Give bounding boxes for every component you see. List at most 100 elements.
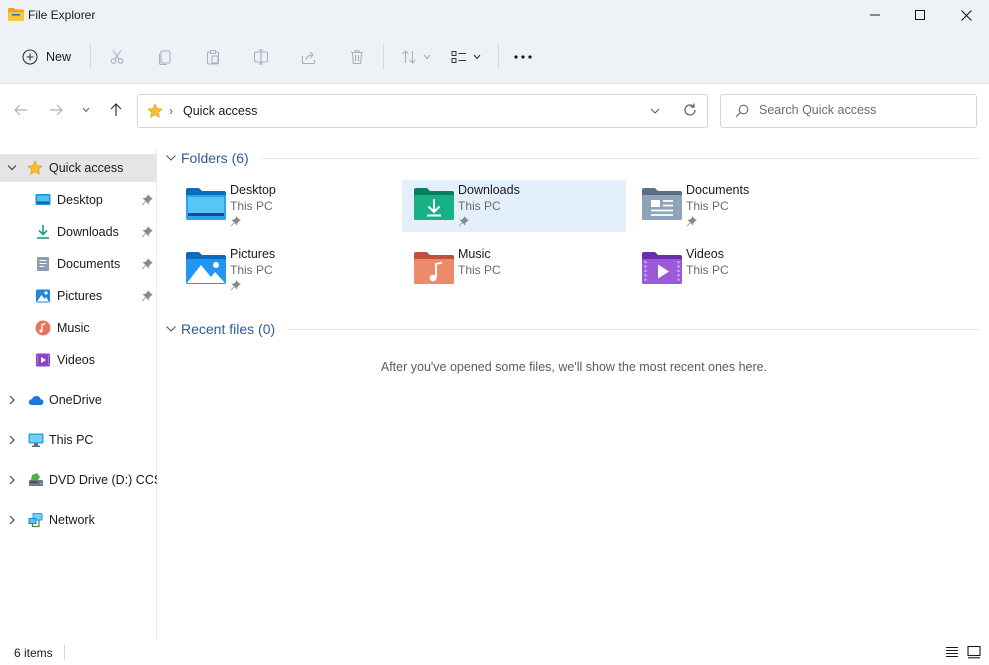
sidebar-item-label: OneDrive bbox=[49, 393, 102, 407]
folder-tile-documents[interactable]: Documents This PC bbox=[630, 180, 854, 232]
dvd-drive-icon bbox=[29, 473, 43, 486]
chevron-down-icon bbox=[166, 326, 176, 332]
arrow-left-icon bbox=[14, 104, 27, 116]
breadcrumb-location[interactable]: Quick access bbox=[183, 104, 257, 118]
view-list-icon bbox=[451, 51, 466, 63]
tiles-view-icon[interactable] bbox=[967, 645, 981, 659]
folder-location: This PC bbox=[458, 199, 501, 213]
music-folder-icon bbox=[414, 252, 454, 284]
sidebar-item-desktop[interactable]: Desktop bbox=[0, 186, 157, 214]
paste-button[interactable] bbox=[200, 44, 226, 70]
computer-icon bbox=[28, 433, 44, 447]
maximize-button[interactable] bbox=[897, 0, 943, 30]
details-view-icon[interactable] bbox=[945, 645, 959, 659]
sidebar-item-onedrive[interactable]: OneDrive bbox=[0, 386, 157, 414]
recent-files-empty-message: After you've opened some files, we'll sh… bbox=[380, 360, 768, 374]
copy-icon bbox=[158, 50, 171, 65]
sidebar-item-documents[interactable]: Documents bbox=[0, 250, 157, 278]
navigation-pane: Quick access Desktop Downloads Documents… bbox=[0, 148, 157, 640]
pin-icon bbox=[141, 290, 153, 302]
chevron-right-icon[interactable] bbox=[6, 515, 18, 525]
sidebar-item-network[interactable]: Network bbox=[0, 506, 157, 534]
chevron-right-icon[interactable] bbox=[6, 475, 18, 485]
folder-tile-desktop[interactable]: Desktop This PC bbox=[174, 180, 398, 232]
minimize-button[interactable] bbox=[852, 0, 898, 30]
pin-icon bbox=[141, 258, 153, 270]
window-title: File Explorer bbox=[28, 8, 96, 22]
view-button[interactable] bbox=[446, 44, 486, 70]
toolbar-divider bbox=[383, 44, 384, 70]
folder-tile-videos[interactable]: Videos This PC bbox=[630, 244, 854, 296]
sidebar-item-pictures[interactable]: Pictures bbox=[0, 282, 157, 310]
more-options-button[interactable] bbox=[510, 44, 536, 70]
pin-icon bbox=[141, 194, 153, 206]
sidebar-item-dvd-drive[interactable]: DVD Drive (D:) CCSA bbox=[0, 466, 157, 494]
documents-folder-icon bbox=[642, 188, 682, 220]
sidebar-item-this-pc[interactable]: This PC bbox=[0, 426, 157, 454]
toolbar-divider bbox=[90, 44, 91, 70]
sidebar-item-label: Music bbox=[57, 321, 90, 335]
sidebar-item-music[interactable]: Music bbox=[0, 314, 157, 342]
maximize-icon bbox=[915, 10, 925, 20]
chevron-down-icon[interactable] bbox=[6, 164, 18, 172]
command-bar: New bbox=[0, 30, 989, 84]
sidebar-item-downloads[interactable]: Downloads bbox=[0, 218, 157, 246]
copy-button[interactable] bbox=[152, 44, 178, 70]
folder-location: This PC bbox=[686, 199, 729, 213]
search-input[interactable] bbox=[759, 103, 959, 117]
recent-files-section-header[interactable]: Recent files (0) bbox=[165, 321, 275, 337]
folders-section-header[interactable]: Folders (6) bbox=[165, 150, 249, 166]
picture-icon bbox=[36, 289, 50, 303]
chevron-right-icon[interactable] bbox=[6, 435, 18, 445]
search-icon bbox=[735, 104, 749, 118]
back-button[interactable] bbox=[9, 98, 33, 122]
folder-location: This PC bbox=[230, 199, 273, 213]
search-box[interactable] bbox=[720, 94, 977, 128]
folder-location: This PC bbox=[686, 263, 729, 277]
up-button[interactable] bbox=[104, 98, 128, 122]
folder-name: Videos bbox=[686, 247, 724, 261]
address-bar[interactable]: › Quick access bbox=[137, 94, 708, 128]
sidebar-item-label: Network bbox=[49, 513, 95, 527]
share-button[interactable] bbox=[296, 44, 322, 70]
chevron-down-icon[interactable] bbox=[650, 104, 660, 118]
rename-button[interactable] bbox=[248, 44, 274, 70]
refresh-icon[interactable] bbox=[682, 102, 698, 118]
more-icon bbox=[514, 55, 532, 59]
paste-icon bbox=[206, 49, 220, 65]
sort-button[interactable] bbox=[396, 44, 436, 70]
folder-tile-music[interactable]: Music This PC bbox=[402, 244, 626, 296]
sort-icon bbox=[402, 50, 416, 64]
chevron-down-icon bbox=[423, 54, 431, 60]
star-icon bbox=[147, 103, 163, 118]
recent-locations-button[interactable] bbox=[76, 98, 96, 122]
sidebar-item-quick-access[interactable]: Quick access bbox=[0, 154, 157, 182]
delete-button[interactable] bbox=[344, 44, 370, 70]
close-button[interactable] bbox=[943, 0, 989, 30]
pictures-folder-icon bbox=[186, 252, 226, 284]
chevron-right-icon[interactable] bbox=[6, 395, 18, 405]
sidebar-item-label: Downloads bbox=[57, 225, 119, 239]
folder-name: Desktop bbox=[230, 183, 276, 197]
cut-button[interactable] bbox=[104, 44, 130, 70]
status-divider bbox=[64, 645, 65, 660]
pin-icon bbox=[230, 216, 241, 227]
sidebar-item-label: Pictures bbox=[57, 289, 103, 303]
sidebar-item-videos[interactable]: Videos bbox=[0, 346, 157, 374]
star-icon bbox=[27, 160, 43, 175]
section-divider bbox=[262, 158, 980, 159]
folder-tile-downloads[interactable]: Downloads This PC bbox=[402, 180, 626, 232]
desktop-icon bbox=[35, 194, 51, 205]
pin-icon bbox=[230, 280, 241, 291]
share-icon bbox=[301, 51, 316, 65]
new-button[interactable]: New bbox=[18, 44, 80, 70]
forward-button[interactable] bbox=[44, 98, 68, 122]
folder-name: Downloads bbox=[458, 183, 520, 197]
chevron-down-icon bbox=[82, 107, 90, 113]
network-icon bbox=[28, 513, 43, 528]
document-icon bbox=[37, 257, 49, 271]
downloads-folder-icon bbox=[414, 188, 454, 220]
folder-name: Documents bbox=[686, 183, 750, 197]
folder-tile-pictures[interactable]: Pictures This PC bbox=[174, 244, 398, 296]
sidebar-item-label: Documents bbox=[57, 257, 121, 271]
